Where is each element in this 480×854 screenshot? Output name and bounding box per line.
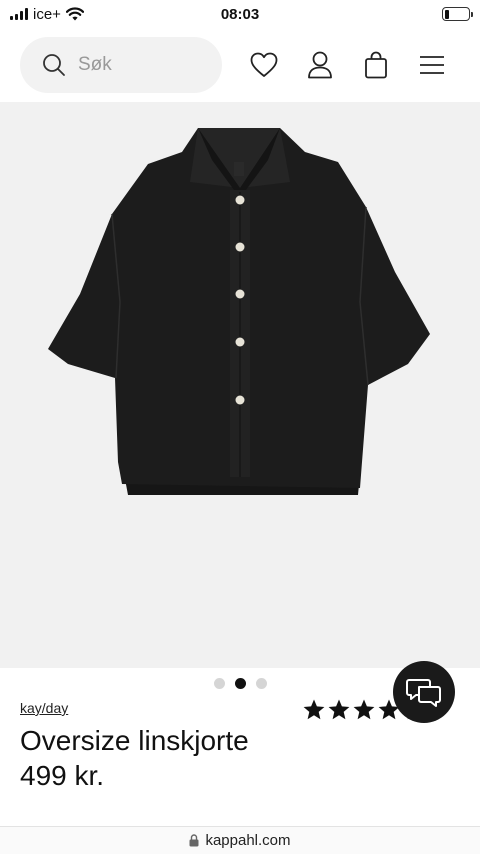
browser-url-bar[interactable]: kappahl.com	[0, 826, 480, 854]
wishlist-button[interactable]	[236, 37, 292, 93]
star-icon	[303, 699, 325, 720]
carousel-dot[interactable]	[213, 678, 225, 689]
star-icon	[353, 699, 375, 720]
carousel-dot[interactable]	[234, 678, 246, 689]
site-header: Søk	[0, 28, 480, 102]
status-bar: ice+ 08:03	[0, 0, 480, 28]
heart-icon	[250, 52, 278, 77]
battery-icon	[442, 7, 473, 21]
search-placeholder: Søk	[78, 54, 112, 75]
star-icon	[328, 699, 350, 720]
menu-icon	[420, 56, 444, 74]
signal-icon	[10, 8, 28, 20]
header-icons	[236, 37, 460, 93]
cart-button[interactable]	[348, 37, 404, 93]
carrier-label: ice+	[33, 5, 61, 23]
lock-icon	[189, 834, 199, 847]
search-input[interactable]: Søk	[20, 37, 222, 93]
user-icon	[308, 51, 332, 79]
chat-button[interactable]	[393, 661, 455, 723]
product-price: 499 kr.	[20, 760, 105, 791]
carousel-dot[interactable]	[255, 678, 267, 689]
menu-button[interactable]	[404, 37, 460, 93]
battery-fill	[444, 9, 450, 19]
product-name: Oversize linskjorte	[20, 725, 249, 756]
shopping-bag-icon	[365, 51, 387, 79]
status-left: ice+	[10, 6, 170, 23]
product-image[interactable]	[0, 102, 480, 668]
chat-bubbles-icon	[406, 679, 441, 707]
url-text: kappahl.com	[205, 832, 291, 849]
status-right	[310, 7, 473, 21]
search-icon	[43, 54, 65, 76]
status-time: 08:03	[220, 5, 260, 23]
wifi-icon	[65, 7, 84, 21]
account-button[interactable]	[292, 37, 348, 93]
shirt-image	[48, 128, 430, 495]
brand-link[interactable]: kay/day	[20, 700, 68, 716]
